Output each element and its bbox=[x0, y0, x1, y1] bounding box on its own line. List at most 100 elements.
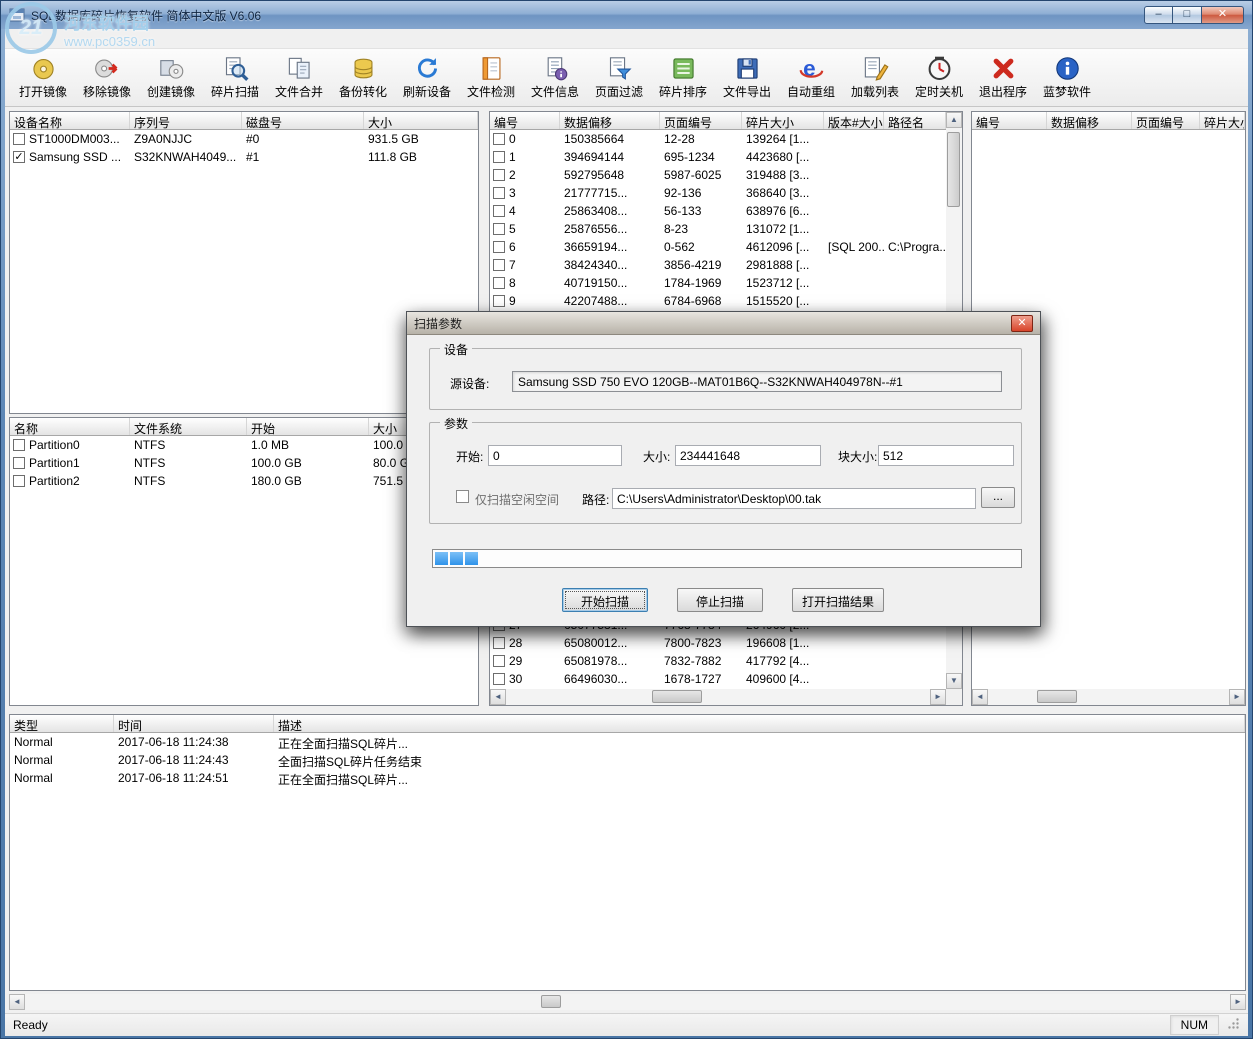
log-row[interactable]: Normal2017-06-18 11:24:51正在全面扫描SQL碎片... bbox=[10, 769, 1245, 787]
maximize-button[interactable]: □ bbox=[1173, 6, 1202, 24]
device-checkbox[interactable] bbox=[13, 151, 25, 163]
column-header-version-size[interactable]: 版本#大小 bbox=[824, 112, 884, 129]
fragment-checkbox[interactable] bbox=[493, 295, 505, 307]
fragment-row[interactable]: 636659194...0-5624612096 [...[SQL 200...… bbox=[490, 238, 946, 256]
column-header-data-offset[interactable]: 数据偏移 bbox=[1047, 112, 1132, 129]
fragment-checkbox[interactable] bbox=[493, 637, 505, 649]
partition-checkbox[interactable] bbox=[13, 457, 25, 469]
scroll-right-button[interactable]: ► bbox=[930, 689, 946, 705]
fragment-checkbox[interactable] bbox=[493, 241, 505, 253]
refresh-devices-button[interactable]: 刷新设备 bbox=[395, 51, 459, 105]
browse-button[interactable]: ... bbox=[981, 487, 1015, 508]
column-header-data-offset[interactable]: 数据偏移 bbox=[560, 112, 660, 129]
column-header-path[interactable]: 路径名 bbox=[884, 112, 946, 129]
fragment-row[interactable]: 738424340...3856-42192981888 [... bbox=[490, 256, 946, 274]
horizontal-scrollbar[interactable]: ◄ ► bbox=[972, 689, 1245, 705]
fragment-checkbox[interactable] bbox=[493, 133, 505, 145]
minimize-button[interactable]: – bbox=[1144, 6, 1173, 24]
fragment-row[interactable]: 015038566412-28139264 [1... bbox=[490, 130, 946, 148]
scroll-down-button[interactable]: ▼ bbox=[946, 673, 962, 689]
fragment-checkbox[interactable] bbox=[493, 205, 505, 217]
column-header-fragment-size[interactable]: 碎片大小 bbox=[742, 112, 824, 129]
title-bar[interactable]: SQL数据库碎片恢复软件 简体中文版 V6.06 – □ ✕ bbox=[1, 1, 1252, 29]
column-header-id[interactable]: 编号 bbox=[972, 112, 1047, 129]
backup-convert-button[interactable]: 备份转化 bbox=[331, 51, 395, 105]
page-filter-button[interactable]: 页面过滤 bbox=[587, 51, 651, 105]
scroll-left-button[interactable]: ◄ bbox=[972, 689, 988, 705]
column-header-type[interactable]: 类型 bbox=[10, 715, 114, 732]
partition-checkbox[interactable] bbox=[13, 475, 25, 487]
column-header-id[interactable]: 编号 bbox=[490, 112, 560, 129]
log-row[interactable]: Normal2017-06-18 11:24:38正在全面扫描SQL碎片... bbox=[10, 733, 1245, 751]
log-row[interactable]: Normal2017-06-18 11:24:43全面扫描SQL碎片任务结束 bbox=[10, 751, 1245, 769]
column-header-page-number[interactable]: 页面编号 bbox=[1132, 112, 1200, 129]
file-merge-button[interactable]: 文件合并 bbox=[267, 51, 331, 105]
scroll-up-button[interactable]: ▲ bbox=[946, 112, 962, 128]
remove-image-button[interactable]: 移除镜像 bbox=[75, 51, 139, 105]
path-input[interactable] bbox=[612, 488, 976, 509]
scrollbar-thumb[interactable] bbox=[541, 995, 561, 1008]
column-header-start[interactable]: 开始 bbox=[247, 418, 369, 435]
fragment-checkbox[interactable] bbox=[493, 187, 505, 199]
fragment-row[interactable]: 942207488...6784-69681515520 [... bbox=[490, 292, 946, 310]
scroll-left-button[interactable]: ◄ bbox=[490, 689, 506, 705]
dialog-close-button[interactable]: ✕ bbox=[1011, 315, 1033, 332]
stop-scan-button[interactable]: 停止扫描 bbox=[677, 588, 763, 612]
file-export-button[interactable]: 文件导出 bbox=[715, 51, 779, 105]
start-scan-button[interactable]: 开始扫描 bbox=[562, 588, 648, 612]
block-size-input[interactable] bbox=[878, 445, 1014, 466]
fragment-checkbox[interactable] bbox=[493, 259, 505, 271]
fragment-sort-button[interactable]: 碎片排序 bbox=[651, 51, 715, 105]
fragment-checkbox[interactable] bbox=[493, 169, 505, 181]
fragment-row[interactable]: 25927956485987-6025319488 [3... bbox=[490, 166, 946, 184]
menu-bar[interactable] bbox=[5, 29, 1248, 49]
column-header-page-number[interactable]: 页面编号 bbox=[660, 112, 742, 129]
column-header-time[interactable]: 时间 bbox=[114, 715, 274, 732]
partition-checkbox[interactable] bbox=[13, 439, 25, 451]
fragment-row[interactable]: 321777715...92-136368640 [3... bbox=[490, 184, 946, 202]
scroll-left-button[interactable]: ◄ bbox=[9, 994, 25, 1010]
fragment-row[interactable]: 1394694144695-12344423680 [... bbox=[490, 148, 946, 166]
load-list-button[interactable]: 加载列表 bbox=[843, 51, 907, 105]
file-check-button[interactable]: 文件检测 bbox=[459, 51, 523, 105]
scrollbar-thumb[interactable] bbox=[947, 132, 960, 207]
device-row[interactable]: ST1000DM003...Z9A0NJJC#0931.5 GB bbox=[10, 130, 478, 148]
close-button[interactable]: ✕ bbox=[1202, 6, 1244, 24]
scroll-right-button[interactable]: ► bbox=[1230, 994, 1246, 1010]
size-input[interactable] bbox=[675, 445, 821, 466]
scrollbar-thumb[interactable] bbox=[652, 690, 702, 703]
dialog-titlebar[interactable]: 扫描参数 ✕ bbox=[407, 312, 1040, 335]
fragment-row[interactable]: 2865080012...7800-7823196608 [1... bbox=[490, 634, 946, 652]
column-header-size[interactable]: 大小 bbox=[364, 112, 478, 129]
exit-program-button[interactable]: 退出程序 bbox=[971, 51, 1035, 105]
fragment-checkbox[interactable] bbox=[493, 151, 505, 163]
bottom-horizontal-scrollbar[interactable]: ◄ ► bbox=[9, 994, 1246, 1010]
column-header-device-name[interactable]: 设备名称 bbox=[10, 112, 130, 129]
column-header-partition-name[interactable]: 名称 bbox=[10, 418, 130, 435]
column-header-filesystem[interactable]: 文件系统 bbox=[130, 418, 247, 435]
fragment-checkbox[interactable] bbox=[493, 673, 505, 685]
fragment-checkbox[interactable] bbox=[493, 223, 505, 235]
open-scan-result-button[interactable]: 打开扫描结果 bbox=[792, 588, 884, 612]
open-image-button[interactable]: 打开镜像 bbox=[11, 51, 75, 105]
fragment-checkbox[interactable] bbox=[493, 277, 505, 289]
fragment-row[interactable]: 3066496030...1678-1727409600 [4... bbox=[490, 670, 946, 688]
column-header-description[interactable]: 描述 bbox=[274, 715, 1245, 732]
resize-grip[interactable] bbox=[1227, 1017, 1240, 1033]
column-header-serial[interactable]: 序列号 bbox=[130, 112, 242, 129]
column-header-disk-number[interactable]: 磁盘号 bbox=[242, 112, 364, 129]
start-input[interactable] bbox=[488, 445, 622, 466]
fragment-row[interactable]: 525876556...8-23131072 [1... bbox=[490, 220, 946, 238]
fragment-row[interactable]: 2965081978...7832-7882417792 [4... bbox=[490, 652, 946, 670]
lanmeng-software-button[interactable]: 蓝梦软件 bbox=[1035, 51, 1099, 105]
shutdown-timer-button[interactable]: 定时关机 bbox=[907, 51, 971, 105]
scroll-right-button[interactable]: ► bbox=[1229, 689, 1245, 705]
scrollbar-thumb[interactable] bbox=[1037, 690, 1077, 703]
free-space-checkbox[interactable] bbox=[456, 490, 469, 503]
horizontal-scrollbar[interactable]: ◄ ► bbox=[490, 689, 946, 705]
device-row[interactable]: Samsung SSD ...S32KNWAH4049...#1111.8 GB bbox=[10, 148, 478, 166]
fragment-row[interactable]: 425863408...56-133638976 [6... bbox=[490, 202, 946, 220]
column-header-fragment-size[interactable]: 碎片大小 bbox=[1200, 112, 1245, 129]
fragment-checkbox[interactable] bbox=[493, 655, 505, 667]
fragment-row[interactable]: 840719150...1784-19691523712 [... bbox=[490, 274, 946, 292]
